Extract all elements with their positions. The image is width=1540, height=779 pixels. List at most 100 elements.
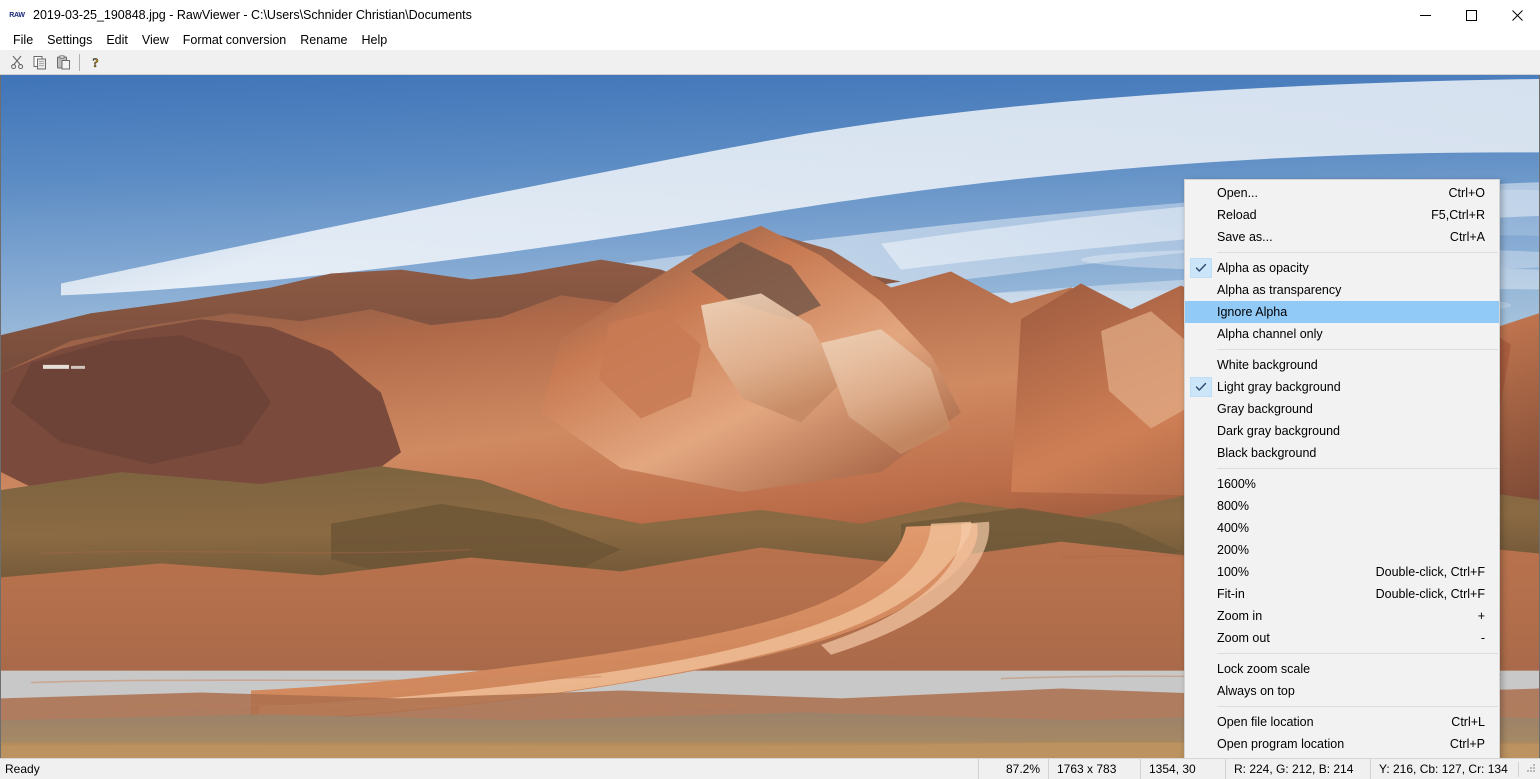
menu-item-label: Alpha channel only xyxy=(1217,327,1323,341)
window-controls xyxy=(1402,0,1540,30)
status-rgb-values: R: 224, G: 212, B: 214 xyxy=(1225,758,1370,779)
check-slot xyxy=(1185,420,1217,442)
menu-item-fit-in[interactable]: Fit-in Double-click, Ctrl+F xyxy=(1185,583,1499,605)
cut-icon[interactable] xyxy=(6,51,29,73)
check-slot xyxy=(1185,323,1217,345)
menu-item-label: Dark gray background xyxy=(1217,424,1340,438)
menu-item-zoom-in[interactable]: Zoom in + xyxy=(1185,605,1499,627)
menu-item-label: Reload xyxy=(1217,208,1257,222)
check-slot xyxy=(1185,658,1217,680)
menu-separator xyxy=(1217,252,1498,253)
menu-item-open[interactable]: Open... Ctrl+O xyxy=(1185,182,1499,204)
menu-item-accel: - xyxy=(1480,631,1485,645)
check-slot xyxy=(1185,279,1217,301)
menu-separator xyxy=(1217,653,1498,654)
menu-item-accel: F5,Ctrl+R xyxy=(1431,208,1485,222)
menu-item-accel: Double-click, Ctrl+F xyxy=(1375,587,1485,601)
menu-item-file[interactable]: File xyxy=(6,31,40,49)
menu-item-accel: Ctrl+L xyxy=(1451,715,1485,729)
context-menu[interactable]: Open... Ctrl+O Reload F5,Ctrl+R Save as.… xyxy=(1184,179,1500,758)
menu-item-zoom-200[interactable]: 200% xyxy=(1185,539,1499,561)
menu-item-zoom-400[interactable]: 400% xyxy=(1185,517,1499,539)
paste-icon[interactable] xyxy=(52,51,75,73)
menu-item-open-file-location[interactable]: Open file location Ctrl+L xyxy=(1185,711,1499,733)
check-slot xyxy=(1185,733,1217,755)
menu-item-label: Always on top xyxy=(1217,684,1295,698)
check-slot xyxy=(1185,204,1217,226)
check-slot xyxy=(1185,182,1217,204)
check-slot xyxy=(1185,517,1217,539)
check-slot xyxy=(1185,354,1217,376)
resize-grip-icon[interactable] xyxy=(1518,761,1540,777)
menu-bar: File Settings Edit View Format conversio… xyxy=(0,30,1540,50)
menu-item-label: Open program location xyxy=(1217,737,1345,751)
menu-item-label: Black background xyxy=(1217,446,1317,460)
menu-item-settings[interactable]: Settings xyxy=(40,31,99,49)
status-zoom-level: 87.2% xyxy=(978,758,1048,779)
menu-item-accel: Double-click, Ctrl+F xyxy=(1375,565,1485,579)
status-ready-text: Ready xyxy=(5,762,40,776)
svg-text:?: ? xyxy=(92,55,99,70)
menu-item-help[interactable]: Help xyxy=(355,31,395,49)
menu-item-zoom-800[interactable]: 800% xyxy=(1185,495,1499,517)
menu-item-alpha-channel-only[interactable]: Alpha channel only xyxy=(1185,323,1499,345)
menu-item-gray-background[interactable]: Gray background xyxy=(1185,398,1499,420)
menu-item-label: Zoom out xyxy=(1217,631,1270,645)
help-icon[interactable]: ? xyxy=(84,51,107,73)
menu-item-zoom-out[interactable]: Zoom out - xyxy=(1185,627,1499,649)
checkmark-icon xyxy=(1190,258,1212,278)
menu-item-always-on-top[interactable]: Always on top xyxy=(1185,680,1499,702)
app-icon: RAW xyxy=(9,11,25,19)
menu-item-light-gray-background[interactable]: Light gray background xyxy=(1185,376,1499,398)
menu-item-label: Alpha as transparency xyxy=(1217,283,1342,297)
menu-separator xyxy=(1217,706,1498,707)
menu-item-black-background[interactable]: Black background xyxy=(1185,442,1499,464)
check-slot xyxy=(1185,711,1217,733)
toolbar-separator xyxy=(79,53,80,71)
checkmark-icon xyxy=(1190,377,1212,397)
menu-separator xyxy=(1217,468,1498,469)
menu-item-save-as[interactable]: Save as... Ctrl+A xyxy=(1185,226,1499,248)
menu-item-label: Zoom in xyxy=(1217,609,1263,623)
menu-item-format-conversion[interactable]: Format conversion xyxy=(176,31,294,49)
status-dimensions: 1763 x 783 xyxy=(1048,758,1140,779)
menu-item-label: Light gray background xyxy=(1217,380,1341,394)
menu-item-label: 200% xyxy=(1217,543,1249,557)
check-slot xyxy=(1185,226,1217,248)
image-canvas[interactable]: Open... Ctrl+O Reload F5,Ctrl+R Save as.… xyxy=(0,75,1540,758)
menu-item-rename[interactable]: Rename xyxy=(293,31,354,49)
menu-item-zoom-100[interactable]: 100% Double-click, Ctrl+F xyxy=(1185,561,1499,583)
check-slot xyxy=(1185,376,1217,398)
check-slot xyxy=(1185,561,1217,583)
menu-item-label: 1600% xyxy=(1217,477,1256,491)
menu-item-label: 100% xyxy=(1217,565,1249,579)
check-slot xyxy=(1185,301,1217,323)
menu-item-edit[interactable]: Edit xyxy=(99,31,135,49)
menu-item-reload[interactable]: Reload F5,Ctrl+R xyxy=(1185,204,1499,226)
menu-item-view[interactable]: View xyxy=(135,31,176,49)
maximize-button[interactable] xyxy=(1448,0,1494,30)
menu-item-white-background[interactable]: White background xyxy=(1185,354,1499,376)
status-bar: Ready 87.2% 1763 x 783 1354, 30 R: 224, … xyxy=(0,758,1540,779)
check-slot xyxy=(1185,495,1217,517)
menu-item-accel: Ctrl+O xyxy=(1448,186,1485,200)
menu-item-open-program-location[interactable]: Open program location Ctrl+P xyxy=(1185,733,1499,755)
minimize-button[interactable] xyxy=(1402,0,1448,30)
menu-item-alpha-as-transparency[interactable]: Alpha as transparency xyxy=(1185,279,1499,301)
title-bar: RAW 2019-03-25_190848.jpg - RawViewer - … xyxy=(0,0,1540,30)
copy-icon[interactable] xyxy=(29,51,52,73)
menu-item-zoom-1600[interactable]: 1600% xyxy=(1185,473,1499,495)
menu-item-ignore-alpha[interactable]: Ignore Alpha xyxy=(1185,301,1499,323)
status-ycbcr-values: Y: 216, Cb: 127, Cr: 134 xyxy=(1370,758,1518,779)
menu-item-label: Open file location xyxy=(1217,715,1314,729)
menu-item-accel: Ctrl+A xyxy=(1449,230,1485,244)
menu-item-alpha-as-opacity[interactable]: Alpha as opacity xyxy=(1185,257,1499,279)
menu-item-label: Alpha as opacity xyxy=(1217,261,1309,275)
check-slot xyxy=(1185,257,1217,279)
menu-item-lock-zoom-scale[interactable]: Lock zoom scale xyxy=(1185,658,1499,680)
close-button[interactable] xyxy=(1494,0,1540,30)
check-slot xyxy=(1185,605,1217,627)
status-coordinates: 1354, 30 xyxy=(1140,758,1225,779)
menu-item-label: Ignore Alpha xyxy=(1217,305,1288,319)
menu-item-dark-gray-background[interactable]: Dark gray background xyxy=(1185,420,1499,442)
